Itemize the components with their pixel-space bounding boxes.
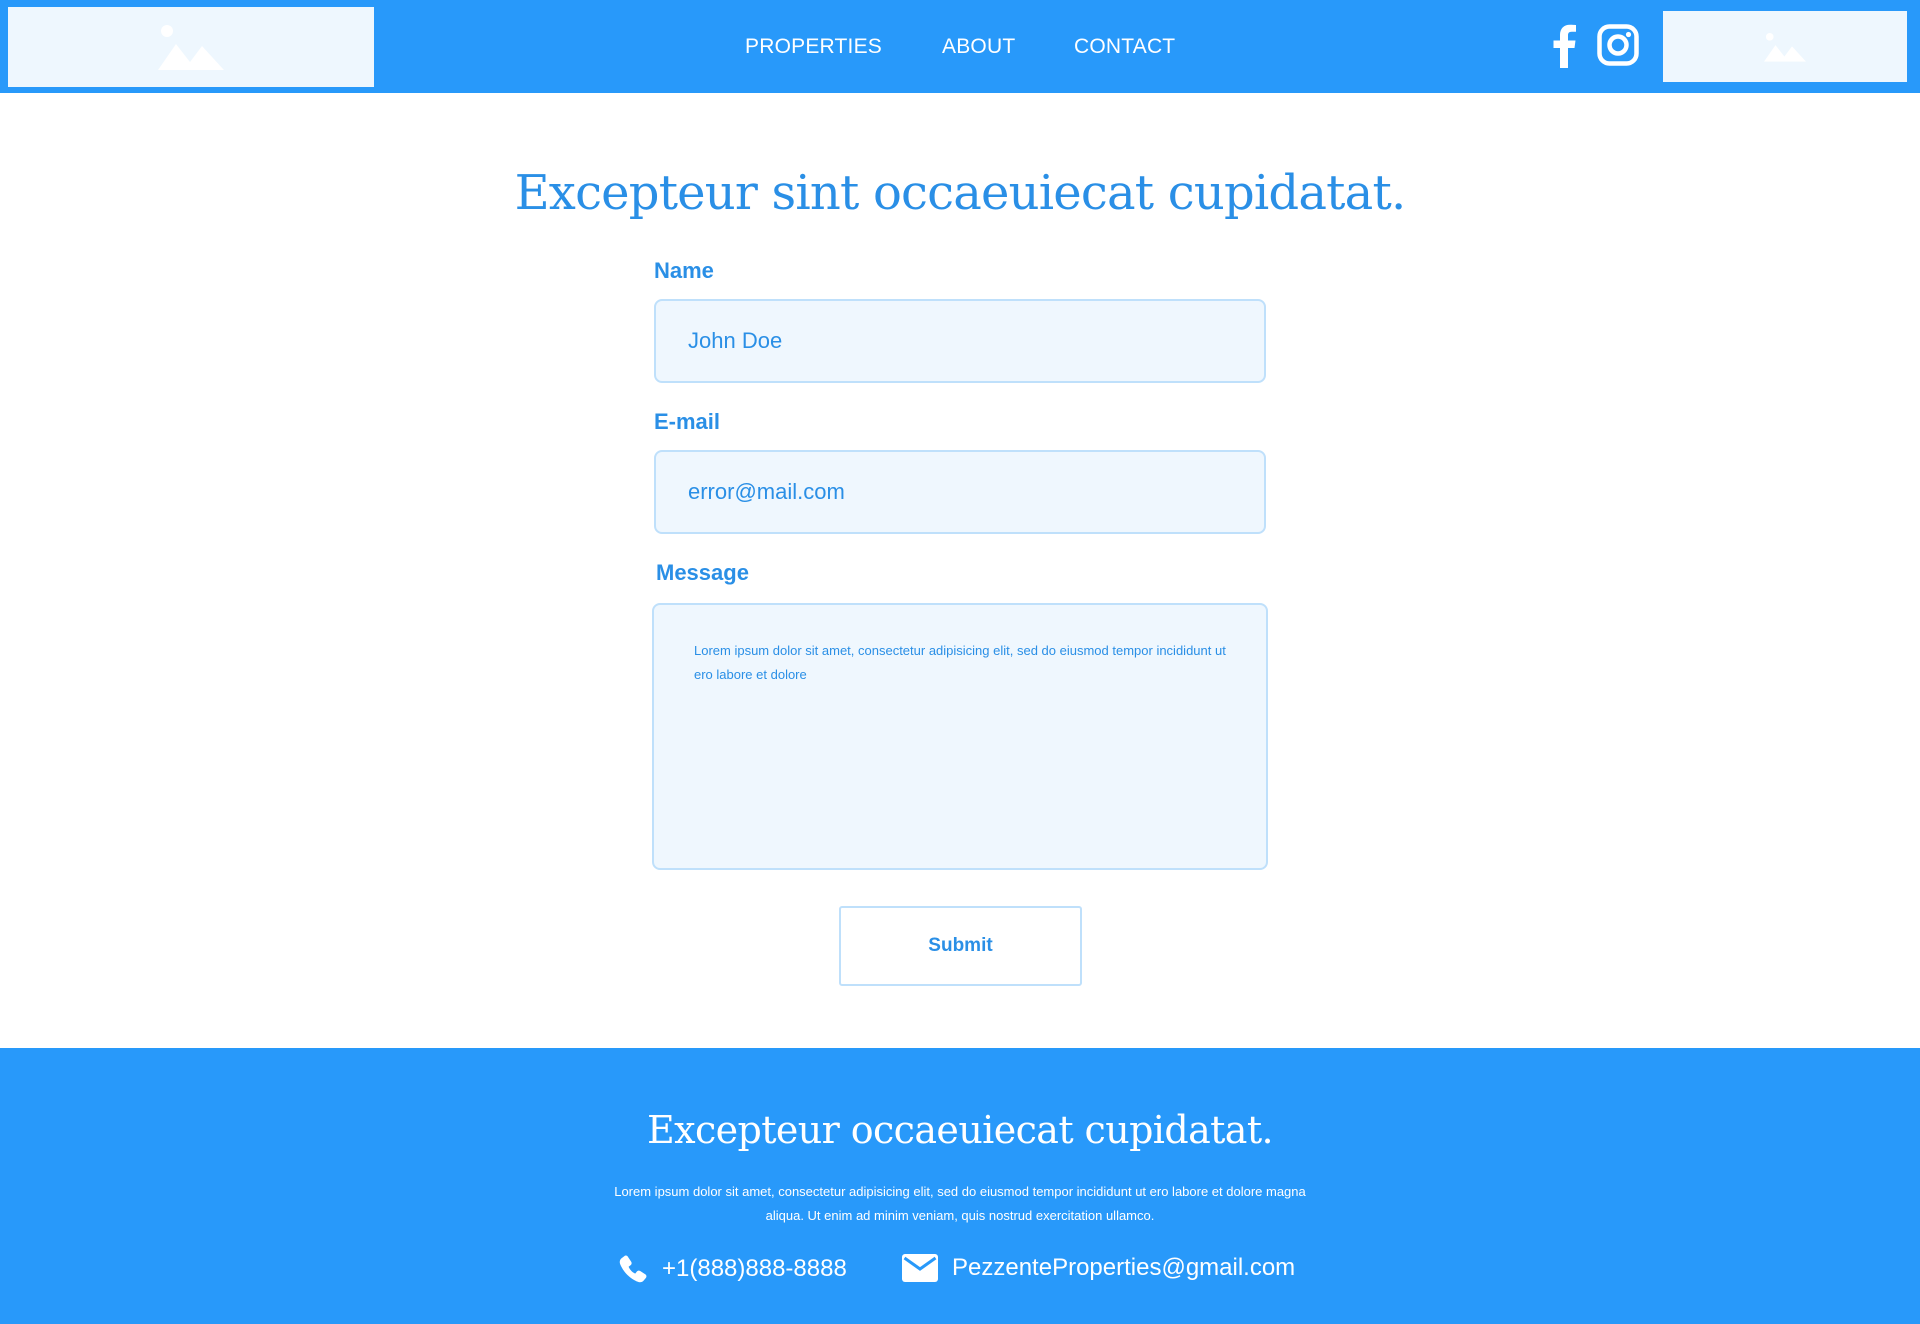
logo-placeholder-left[interactable] <box>8 7 374 87</box>
page-title: Excepteur sint occaeuiecat cupidatat. <box>514 165 1407 221</box>
email-address: PezzenteProperties@gmail.com <box>952 1254 1296 1281</box>
site-header: PROPERTIES ABOUT CONTACT <box>0 0 1920 93</box>
nav-properties[interactable]: PROPERTIES <box>745 35 882 59</box>
email-input[interactable]: error@mail.com <box>654 450 1266 534</box>
facebook-icon[interactable] <box>1551 24 1577 68</box>
footer-phone[interactable]: +1(888)888-8888 <box>618 1254 847 1284</box>
phone-icon <box>619 1255 647 1283</box>
message-label: Message <box>656 560 749 585</box>
footer-description: Lorem ipsum dolor sit amet, consectetur … <box>614 1184 1306 1223</box>
nav-contact[interactable]: CONTACT <box>1074 35 1175 59</box>
image-placeholder-icon <box>1764 32 1806 62</box>
mail-icon <box>902 1254 938 1282</box>
message-textarea[interactable]: Lorem ipsum dolor sit amet, consectetur … <box>652 603 1268 870</box>
submit-button[interactable]: Submit <box>839 906 1082 986</box>
site-footer: Excepteur occaeuiecat cupidatat. Lorem i… <box>0 1048 1920 1324</box>
instagram-icon[interactable] <box>1597 24 1639 66</box>
logo-placeholder-right[interactable] <box>1663 11 1907 82</box>
email-label: E-mail <box>654 409 721 434</box>
image-placeholder-icon <box>158 25 224 70</box>
phone-number: +1(888)888-8888 <box>662 1255 847 1282</box>
name-label: Name <box>654 258 714 283</box>
footer-email[interactable]: PezzenteProperties@gmail.com <box>902 1254 1295 1282</box>
nav-about[interactable]: ABOUT <box>942 35 1015 59</box>
name-input[interactable]: John Doe <box>654 299 1266 383</box>
footer-title: Excepteur occaeuiecat cupidatat. <box>646 1108 1274 1152</box>
